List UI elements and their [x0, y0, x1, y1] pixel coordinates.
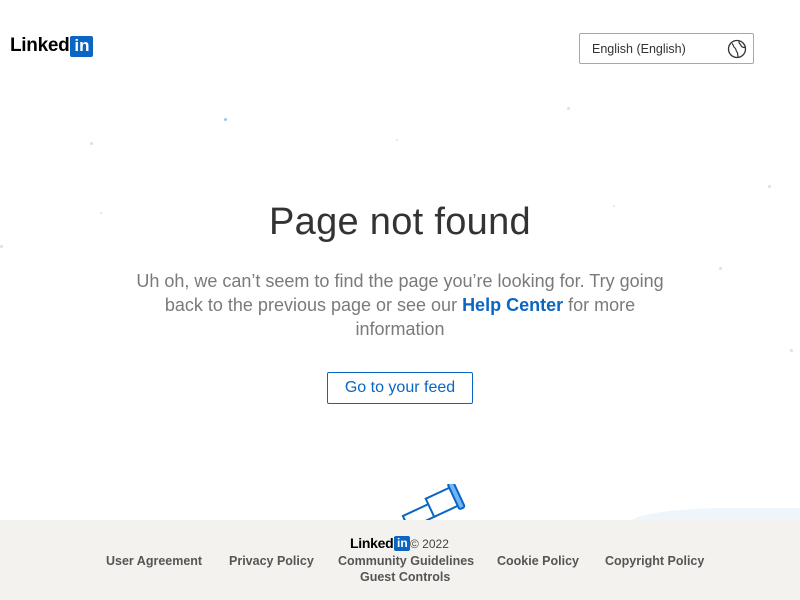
page-title: Page not found	[269, 201, 531, 243]
linkedin-logo[interactable]: Linked in	[10, 35, 94, 57]
decorative-sparkle	[396, 139, 398, 141]
privacy-policy-link[interactable]: Privacy Policy	[229, 554, 314, 568]
telescope-illustration	[401, 484, 466, 524]
decorative-sparkle	[567, 107, 570, 110]
footer-logo-wordmark: Linked	[350, 535, 394, 551]
decorative-sparkle	[90, 142, 93, 145]
header: Linked in English (English)	[0, 0, 800, 90]
community-guidelines-link[interactable]: Community Guidelines	[338, 554, 474, 568]
logo-in-icon: in	[70, 35, 94, 57]
go-to-feed-button[interactable]: Go to your feed	[327, 372, 473, 404]
copyright-text: © 2022	[410, 537, 449, 551]
user-agreement-link[interactable]: User Agreement	[106, 554, 202, 568]
copyright-policy-link[interactable]: Copyright Policy	[605, 554, 704, 568]
guest-controls-link[interactable]: Guest Controls	[360, 570, 450, 584]
logo-wordmark: Linked	[10, 35, 70, 56]
language-selector[interactable]: English (English)	[579, 33, 754, 64]
globe-icon	[727, 39, 747, 59]
footer: Linked in © 2022 User Agreement Privacy …	[0, 520, 800, 600]
error-message: Uh oh, we can’t seem to find the page yo…	[120, 269, 680, 341]
cookie-policy-link[interactable]: Cookie Policy	[497, 554, 579, 568]
footer-logo-in-icon: in	[394, 535, 411, 551]
footer-linkedin-logo[interactable]: Linked in	[350, 535, 411, 551]
help-center-link[interactable]: Help Center	[462, 295, 563, 315]
decorative-sparkle	[224, 118, 227, 121]
decorative-sparkle	[768, 185, 771, 188]
language-selected-value: English (English)	[592, 41, 686, 56]
main-content: Page not found Uh oh, we can’t seem to f…	[0, 195, 800, 341]
decorative-sparkle	[790, 349, 793, 352]
